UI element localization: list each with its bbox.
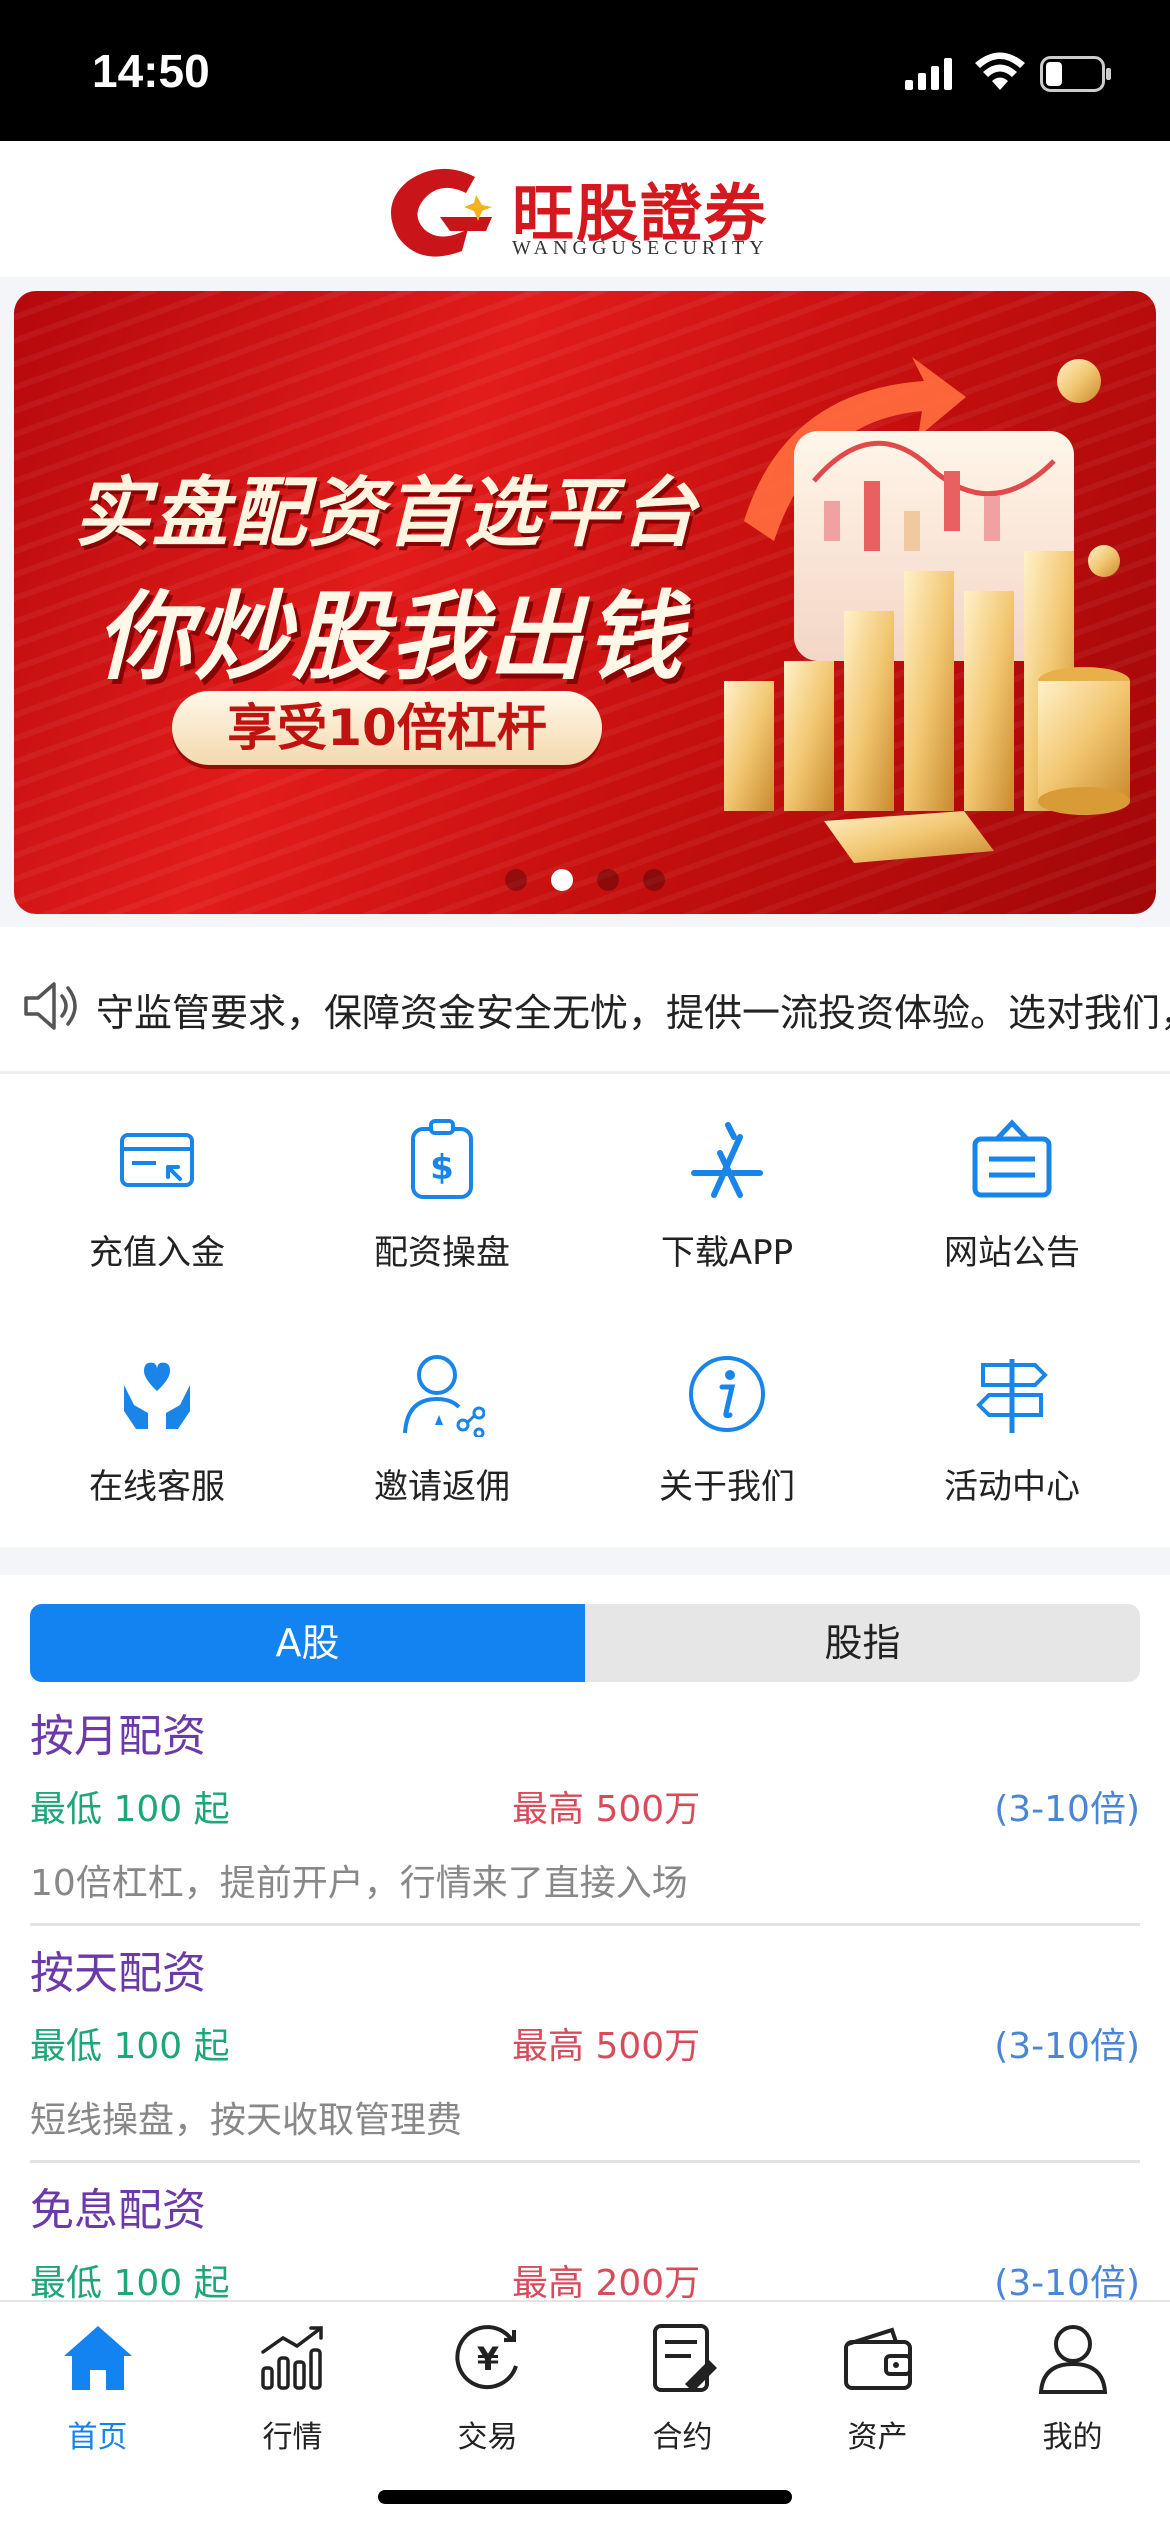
menu-label: 网站公告: [944, 1233, 1080, 1273]
menu-label: 配资操盘: [374, 1233, 510, 1273]
plan-minimum: 最低 100 起: [30, 2026, 230, 2067]
wallet-icon: [844, 2327, 912, 2390]
home-icon: [64, 2326, 132, 2390]
plan-maximum: 最高 500万: [512, 1789, 701, 1830]
plan-maximum: 最高 500万: [512, 2026, 701, 2067]
user-profile-icon: [1038, 2325, 1108, 2394]
svg-text:$: $: [430, 1148, 454, 1188]
gold-chart-illustration: [724, 357, 1130, 863]
plan-description: 短线操盘，按天收取管理费: [30, 2100, 463, 2141]
banner-pagination[interactable]: [14, 869, 1156, 893]
brand-subtitle: WANGGUSECURITY: [512, 237, 769, 259]
market-tabs: A股 股指: [30, 1604, 1140, 1682]
app-store-icon: [691, 1122, 763, 1198]
status-bar: 14:50: [0, 0, 1170, 141]
banner-dot[interactable]: [597, 869, 619, 891]
plan-minimum: 最低 100 起: [30, 2263, 230, 2304]
yuan-exchange-icon: ¥: [455, 2325, 518, 2390]
menu-item-download-app[interactable]: 下载APP: [582, 1077, 872, 1277]
menu-label: 在线客服: [89, 1467, 225, 1507]
banner-leverage-pill: 享受10倍杠杆: [172, 691, 602, 765]
plan-description: 10倍杠杠，提前开户，行情来了直接入场: [30, 1863, 688, 1904]
nav-market[interactable]: 行情: [195, 2322, 390, 2472]
nav-label: 我的: [1042, 2420, 1103, 2455]
nav-home[interactable]: 首页: [0, 2322, 195, 2472]
battery-icon: [1040, 56, 1111, 92]
menu-label: 邀请返佣: [374, 1467, 510, 1507]
promo-banner[interactable]: 实盘配资首选平台 你炒股我出钱 享受10倍杠杆: [14, 291, 1156, 914]
plan-daily[interactable]: 按天配资 最低 100 起 最高 500万 (3-10倍) 短线操盘，按天收取管…: [30, 1927, 1140, 2163]
menu-label: 关于我们: [659, 1467, 795, 1507]
brand-logo[interactable]: 旺股證券 WANGGUSECURITY: [380, 159, 800, 264]
tab-stock-index[interactable]: 股指: [585, 1604, 1140, 1682]
banner-dot[interactable]: [551, 869, 573, 891]
brand-logo-mark-icon: [390, 168, 492, 257]
menu-item-invite[interactable]: 邀请返佣: [297, 1311, 587, 1511]
tab-a-shares[interactable]: A股: [30, 1604, 585, 1682]
notice-marquee[interactable]: 守监管要求，保障资金安全无忧，提供一流投资体验。选对我们，让您的投资更安心: [0, 940, 1170, 1074]
notice-text: 守监管要求，保障资金安全无忧，提供一流投资体验。选对我们，让您的投资更安心: [96, 991, 1170, 1035]
svg-text:¥: ¥: [477, 2340, 499, 2378]
info-icon: [689, 1356, 765, 1432]
section-divider: [0, 1547, 1170, 1575]
status-time: 14:50: [92, 45, 210, 97]
nav-label: 首页: [67, 2420, 128, 2455]
invite-user-icon: [403, 1355, 485, 1437]
menu-item-margin-trading[interactable]: $ 配资操盘: [297, 1077, 587, 1277]
banner-dot[interactable]: [505, 869, 527, 891]
plan-name: 按月配资: [30, 1711, 206, 1762]
menu-label: 充值入金: [89, 1233, 225, 1273]
plan-maximum: 最高 200万: [512, 2263, 701, 2304]
heart-hands-icon: [124, 1362, 190, 1429]
wifi-icon: [975, 52, 1025, 90]
app-header: 旺股證券 WANGGUSECURITY: [0, 141, 1170, 277]
nav-profile[interactable]: 我的: [975, 2322, 1170, 2472]
plan-name: 按天配资: [30, 1948, 206, 1999]
nav-label: 行情: [262, 2420, 323, 2455]
nav-trade[interactable]: ¥ 交易: [390, 2322, 585, 2472]
banner-section: 实盘配资首选平台 你炒股我出钱 享受10倍杠杆: [0, 277, 1170, 927]
announcement-board-icon: [972, 1119, 1052, 1198]
menu-item-about-us[interactable]: 关于我们: [582, 1311, 872, 1511]
nav-assets[interactable]: 资产: [780, 2322, 975, 2472]
plan-monthly[interactable]: 按月配资 最低 100 起 最高 500万 (3-10倍) 10倍杠杠，提前开户…: [30, 1690, 1140, 1926]
plan-minimum: 最低 100 起: [30, 1789, 230, 1830]
menu-label: 下载APP: [660, 1233, 794, 1273]
plan-leverage: (3-10倍): [994, 2263, 1140, 2304]
plan-leverage: (3-10倍): [994, 1789, 1140, 1830]
contract-document-icon: [653, 2324, 717, 2392]
signpost-icon: [976, 1359, 1048, 1433]
cellular-signal-icon: [905, 58, 952, 90]
nav-contract[interactable]: 合约: [585, 2322, 780, 2472]
recharge-card-icon: [120, 1133, 194, 1187]
nav-label: 交易: [457, 2420, 518, 2455]
menu-item-recharge[interactable]: 充值入金: [12, 1077, 302, 1277]
nav-label: 资产: [847, 2420, 908, 2455]
home-indicator[interactable]: [378, 2490, 792, 2504]
nav-label: 合约: [652, 2420, 713, 2455]
speaker-icon: [24, 982, 77, 1030]
feature-grid: 充值入金 $ 配资操盘 下载APP 网站公告 在线客服 邀请返佣 关于我们 活动…: [0, 1077, 1170, 1547]
dollar-clipboard-icon: $: [411, 1119, 473, 1199]
menu-item-announcements[interactable]: 网站公告: [867, 1077, 1157, 1277]
plan-name: 免息配资: [30, 2185, 206, 2236]
plan-leverage: (3-10倍): [994, 2026, 1140, 2067]
banner-headline: 实盘配资首选平台: [74, 468, 698, 557]
banner-dot[interactable]: [643, 869, 665, 891]
menu-label: 活动中心: [944, 1467, 1080, 1507]
menu-item-online-service[interactable]: 在线客服: [12, 1311, 302, 1511]
market-chart-icon: [261, 2326, 323, 2390]
banner-slogan: 你炒股我出钱: [96, 581, 684, 693]
menu-item-activity-center[interactable]: 活动中心: [867, 1311, 1157, 1511]
